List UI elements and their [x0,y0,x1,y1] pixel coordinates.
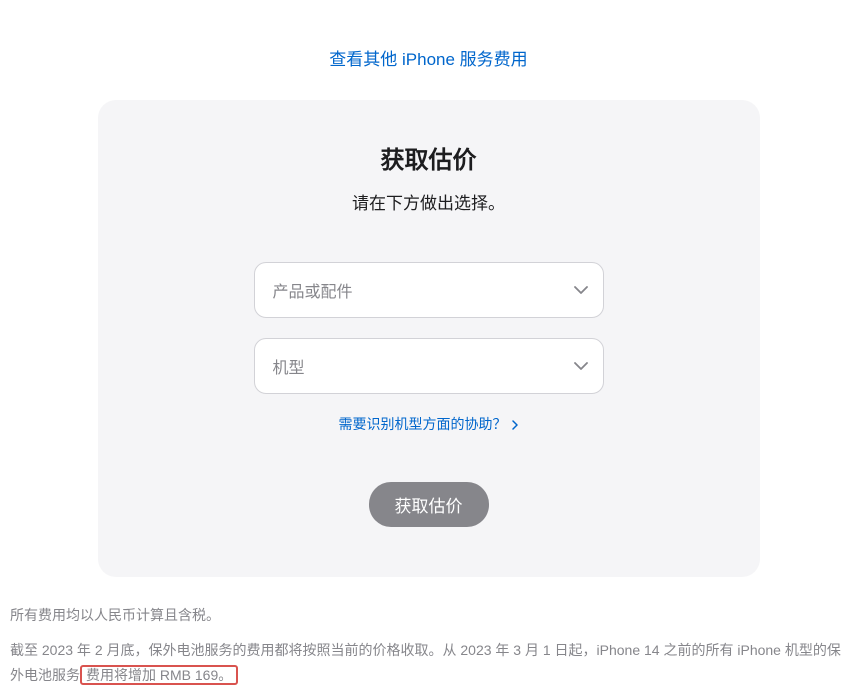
identify-model-help-link[interactable]: 需要识别机型方面的协助？ [339,416,519,432]
product-select[interactable]: 产品或配件 [254,262,604,318]
footer-notes: 所有费用均以人民币计算且含税。 截至 2023 年 2 月底，保外电池服务的费用… [10,577,847,689]
model-select[interactable]: 机型 [254,338,604,394]
price-increase-highlight: 费用将增加 RMB 169。 [80,665,238,685]
other-services-link[interactable]: 查看其他 iPhone 服务费用 [329,50,527,69]
footer-note-1: 所有费用均以人民币计算且含税。 [10,603,847,628]
product-select-wrap: 产品或配件 [254,262,604,318]
footer-note-2: 截至 2023 年 2 月底，保外电池服务的费用都将按照当前的价格收取。从 20… [10,638,847,688]
help-link-label: 需要识别机型方面的协助？ [339,416,507,432]
top-link-wrap: 查看其他 iPhone 服务费用 [10,0,847,100]
help-link-wrap: 需要识别机型方面的协助？ [148,414,710,434]
card-title: 获取估价 [148,140,710,175]
estimate-card: 获取估价 请在下方做出选择。 产品或配件 机型 需要识别机型方面的协助？ [98,100,760,577]
chevron-right-icon [512,417,518,433]
get-estimate-button[interactable]: 获取估价 [369,482,489,527]
card-subtitle: 请在下方做出选择。 [148,189,710,214]
model-select-wrap: 机型 [254,338,604,394]
page-container: 查看其他 iPhone 服务费用 获取估价 请在下方做出选择。 产品或配件 机型… [0,0,857,689]
